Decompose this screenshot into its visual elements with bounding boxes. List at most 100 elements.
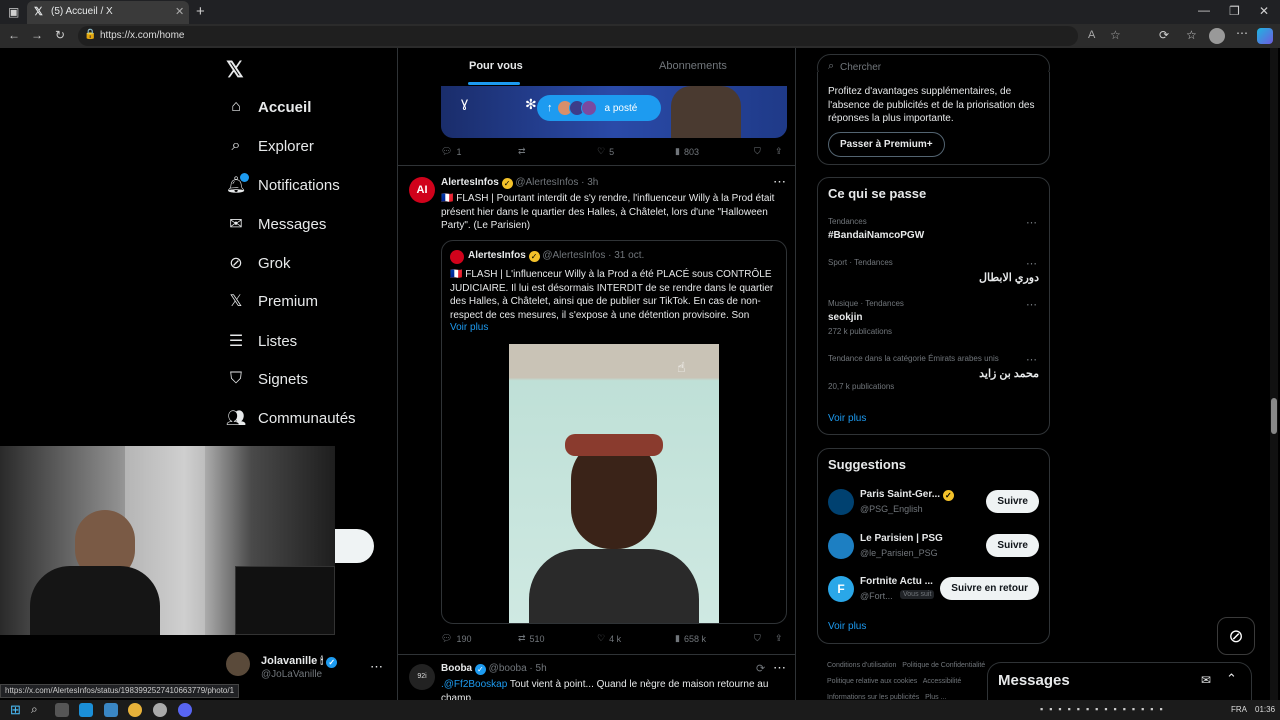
extensions-icon[interactable]: ⟳ <box>1159 28 1169 42</box>
favorites-icon[interactable]: ☆ <box>1186 28 1197 42</box>
task-view-icon[interactable] <box>55 703 69 717</box>
profile-avatar[interactable] <box>1209 28 1225 44</box>
follow-back-button[interactable]: Suivre en retour <box>940 577 1039 600</box>
page-scrollbar[interactable] <box>1270 48 1278 700</box>
tab-actions-icon[interactable]: ▣ <box>8 5 19 19</box>
footer-link[interactable]: Politique de Confidentialité <box>902 662 985 669</box>
trend-more-icon[interactable]: ⋯ <box>1026 353 1037 366</box>
grok-explain-icon[interactable]: ⟳ <box>756 662 765 675</box>
trend-item[interactable]: Tendance dans la catégorie Émirats arabe… <box>818 351 1049 399</box>
suggestions-see-more[interactable]: Voir plus <box>828 621 866 632</box>
language-indicator[interactable]: FRA <box>1231 705 1247 714</box>
tab-following[interactable]: Abonnements <box>659 60 727 72</box>
edge-browser-icon[interactable] <box>79 703 93 717</box>
trend-item[interactable]: Tendances #BandaiNamcoPGW ⋯ <box>818 214 1049 254</box>
search-icon[interactable]: ⌕ <box>31 702 38 717</box>
avatar[interactable] <box>226 652 250 676</box>
chevron-up-icon[interactable]: ⌃ <box>1226 671 1237 687</box>
avatar[interactable]: AI <box>409 177 435 203</box>
nav-item-lists[interactable]: ☰ Listes <box>226 328 297 354</box>
grok-floating-button[interactable]: ⊘ <box>1217 617 1255 655</box>
like-action[interactable]: ♡ 4 k <box>597 633 621 644</box>
follow-button[interactable]: Suivre <box>986 534 1039 557</box>
share-action[interactable]: ⇪ <box>775 633 783 644</box>
url-field[interactable]: 🔒 https://x.com/home A ☆ <box>78 26 1121 46</box>
bookmark-action[interactable]: ⛉ <box>754 146 761 157</box>
reply-action[interactable]: 💬︎ 1 <box>441 146 461 157</box>
repost-action[interactable]: ⇄ <box>518 146 526 157</box>
post-photo[interactable] <box>509 344 719 623</box>
windows-start-icon[interactable]: ⊞ <box>10 702 21 718</box>
forward-icon[interactable]: → <box>31 28 43 42</box>
messages-drawer[interactable]: Messages ✉ ⌃ <box>987 662 1252 700</box>
views-action[interactable]: ▮ 803 <box>675 146 699 157</box>
chrome-icon[interactable] <box>128 703 142 717</box>
views-action[interactable]: ▮ 658 k <box>675 633 706 644</box>
maximize-icon[interactable]: ❐ <box>1229 4 1240 18</box>
nav-item-messages[interactable]: ✉ Messages <box>226 211 326 237</box>
refresh-icon[interactable]: ↻ <box>55 28 65 42</box>
footer-link[interactable]: Politique relative aux cookies <box>827 678 917 685</box>
suggestion-item[interactable]: Paris Saint-Ger... ✓ @PSG_English Suivre <box>818 485 1049 521</box>
obs-icon[interactable] <box>153 703 167 717</box>
back-icon[interactable]: ← <box>8 28 20 42</box>
post-more-icon[interactable]: ⋯ <box>773 660 786 676</box>
new-tab-icon[interactable]: + <box>196 3 205 20</box>
repost-action[interactable]: ⇄ 510 <box>518 633 545 644</box>
account-menu-icon[interactable]: ⋯ <box>370 659 383 675</box>
account-name-row[interactable]: Jolavanille 🕯 ✓ <box>261 655 338 668</box>
favorite-star-icon[interactable]: ☆ <box>1110 28 1121 42</box>
browser-tab[interactable]: 𝕏 (5) Accueil / X ✕ <box>27 1 189 24</box>
footer-link[interactable]: Accessibilité <box>923 678 962 685</box>
share-action[interactable]: ⇪ <box>775 146 783 157</box>
app-icon[interactable] <box>104 703 118 717</box>
author-name[interactable]: AlertesInfos <box>441 177 499 188</box>
bookmark-action[interactable]: ⛉ <box>754 633 761 644</box>
follow-button[interactable]: Suivre <box>986 490 1039 513</box>
see-more-link[interactable]: Voir plus <box>450 322 488 333</box>
like-action[interactable]: ♡ 5 <box>597 146 614 157</box>
menu-dots-icon[interactable]: ⋯ <box>1236 26 1248 40</box>
nav-item-grok[interactable]: ⊘ Grok <box>226 250 290 276</box>
copilot-icon[interactable] <box>1257 28 1273 44</box>
trend-more-icon[interactable]: ⋯ <box>1026 216 1037 229</box>
mention-link[interactable]: .@Ff2Booskap <box>441 679 507 690</box>
post-more-icon[interactable]: ⋯ <box>773 174 786 190</box>
author-handle[interactable]: @booba <box>489 663 527 674</box>
close-window-icon[interactable]: ✕ <box>1259 4 1269 18</box>
minimize-icon[interactable]: — <box>1198 3 1210 17</box>
trend-more-icon[interactable]: ⋯ <box>1026 298 1037 311</box>
scrollbar-thumb[interactable] <box>1271 398 1277 434</box>
nav-item-home[interactable]: ⌂ Accueil <box>226 94 311 120</box>
trend-more-icon[interactable]: ⋯ <box>1026 257 1037 270</box>
nav-item-bookmarks[interactable]: ⛉ Signets <box>226 366 308 392</box>
read-aloud-icon[interactable]: A <box>1088 29 1095 41</box>
discord-icon[interactable] <box>178 703 192 717</box>
author-name[interactable]: Booba <box>441 663 472 674</box>
quoted-post[interactable]: AlertesInfos ✓ @AlertesInfos · 31 oct. 🇫… <box>441 240 787 624</box>
clock[interactable]: 01:36 <box>1255 705 1275 714</box>
reply-action[interactable]: 💬︎ 190 <box>441 633 471 644</box>
new-posts-pill[interactable]: ↑ a posté <box>537 95 661 121</box>
premium-button[interactable]: Passer à Premium+ <box>828 132 945 157</box>
post-time[interactable]: 3h <box>587 177 598 188</box>
avatar[interactable]: 92i <box>409 664 435 690</box>
suggestion-item[interactable]: F Fortnite Actu ... @Fort... Vous suit S… <box>818 572 1049 608</box>
trend-item[interactable]: Sport · Tendances دوري الابطال ⋯ <box>818 255 1049 295</box>
nav-item-premium[interactable]: 𝕏 Premium <box>226 288 318 314</box>
suggestion-item[interactable]: Le Parisien | PSG @le_Parisien_PSG Suivr… <box>818 529 1049 565</box>
close-tab-icon[interactable]: ✕ <box>175 5 184 18</box>
system-tray-icons[interactable]: ▪▪▪▪▪▪▪▪▪▪▪▪▪▪ <box>1040 704 1169 714</box>
taskbar: ⊞ ⌕ ▪▪▪▪▪▪▪▪▪▪▪▪▪▪ FRA 01:36 <box>0 700 1280 720</box>
nav-item-explore[interactable]: ⌕ Explorer <box>226 133 314 159</box>
trend-item[interactable]: Musique · Tendances seokjin 272 k public… <box>818 296 1049 344</box>
new-message-icon[interactable]: ✉ <box>1201 673 1211 687</box>
nav-item-communities[interactable]: 👥︎ Communautés <box>226 405 356 431</box>
nav-item-notifications[interactable]: 🔔︎ Notifications <box>226 172 340 198</box>
tab-for-you[interactable]: Pour vous <box>469 60 523 72</box>
author-handle[interactable]: @AlertesInfos <box>515 177 578 188</box>
footer-link[interactable]: Conditions d'utilisation <box>827 662 896 669</box>
trends-see-more[interactable]: Voir plus <box>828 413 866 424</box>
post-time[interactable]: 5h <box>536 663 547 674</box>
x-logo-icon[interactable]: 𝕏 <box>226 57 244 83</box>
